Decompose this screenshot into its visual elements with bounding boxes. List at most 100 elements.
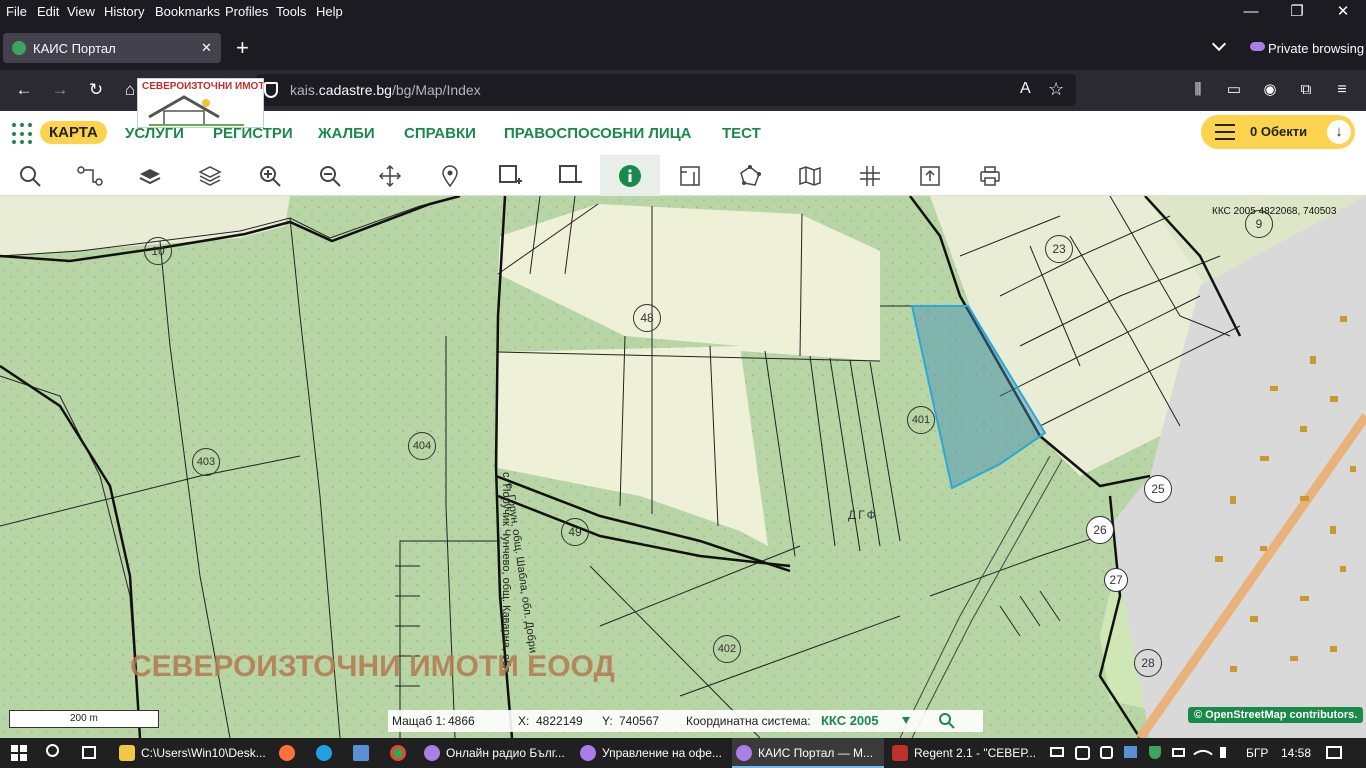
tray-shield-icon[interactable] [1149, 746, 1161, 759]
polygon-tool[interactable] [720, 155, 780, 196]
account-icon[interactable]: ◉ [1258, 78, 1282, 102]
search-icon [20, 165, 41, 187]
menu-view[interactable]: View [67, 4, 95, 19]
translate-icon[interactable]: A [1020, 80, 1031, 98]
export-icon [920, 165, 940, 186]
task-offers[interactable]: Управление на офе... [576, 738, 728, 768]
task-explorer[interactable]: C:\Users\Win10\Desk... [115, 738, 277, 768]
tray-battery-icon[interactable] [1172, 748, 1185, 757]
tray-network-icon[interactable] [1050, 747, 1064, 757]
tray-language[interactable]: БГР [1246, 746, 1268, 760]
crs-dropdown-icon[interactable] [902, 717, 910, 724]
windows-start-icon[interactable] [11, 745, 27, 761]
coord-search-icon[interactable] [938, 712, 956, 730]
nav-test[interactable]: ТЕСТ [722, 125, 761, 142]
parcel-label-48[interactable]: 48 [633, 304, 661, 332]
firefox-icon[interactable] [279, 745, 295, 761]
back-arrow-icon[interactable]: ← [12, 78, 36, 102]
app-menu-icon[interactable]: ≡ [1330, 78, 1354, 102]
menu-edit[interactable]: Edit [37, 4, 59, 19]
x-value[interactable]: 4822149 [536, 714, 583, 728]
select-add-tool[interactable] [480, 155, 540, 196]
bookmark-star-icon[interactable]: ☆ [1048, 79, 1064, 100]
layer-tool[interactable] [120, 155, 180, 196]
layers-tool[interactable] [180, 155, 240, 196]
url-bar[interactable]: kais.cadastre.bg/bg/Map/Index A ☆ [256, 74, 1076, 106]
measure-tool[interactable] [660, 155, 720, 196]
select-remove-tool[interactable] [540, 155, 600, 196]
tab-close-icon[interactable]: ✕ [201, 40, 212, 56]
parcel-label-49[interactable]: 49 [561, 518, 589, 546]
zoom-out-tool[interactable] [300, 155, 360, 196]
edge-icon[interactable] [316, 745, 332, 761]
map-tool[interactable] [780, 155, 840, 196]
parcel-label-27[interactable]: 27 [1104, 568, 1128, 592]
restore-button[interactable]: ❐ [1274, 0, 1320, 24]
taskbar-search-icon[interactable] [46, 744, 59, 757]
private-firefox-icon [736, 745, 752, 761]
nav-spravki[interactable]: СПРАВКИ [404, 125, 476, 142]
tray-wifi-icon[interactable] [1193, 744, 1213, 764]
menu-history[interactable]: History [104, 4, 144, 19]
parcel-label-401[interactable]: 401 [907, 406, 935, 434]
tab-kais[interactable]: КАИС Портал ✕ [3, 33, 221, 63]
map-toolbar [0, 155, 1366, 196]
tab-title: КАИС Портал [33, 41, 116, 56]
minimize-button[interactable]: — [1228, 0, 1274, 24]
task-regent[interactable]: Regent 2.1 - "СЕВЕР... [888, 738, 1038, 768]
tray-usb-icon[interactable] [1100, 746, 1113, 759]
menu-tools[interactable]: Tools [276, 4, 306, 19]
parcel-label-404[interactable]: 404 [408, 432, 436, 460]
forward-arrow-icon[interactable]: → [48, 78, 72, 102]
parcel-label-25[interactable]: 25 [1144, 475, 1172, 503]
chrome-icon[interactable] [390, 745, 406, 761]
reload-icon[interactable]: ↻ [84, 78, 108, 102]
nav-zhalbi[interactable]: ЖАЛБИ [318, 125, 375, 142]
info-tool[interactable] [600, 155, 660, 196]
task-radio[interactable]: Онлайн радио Бълг... [420, 738, 572, 768]
parcel-label-403[interactable]: 403 [192, 448, 220, 476]
y-value[interactable]: 740567 [619, 714, 659, 728]
menu-bookmarks[interactable]: Bookmarks [155, 4, 220, 19]
sidebar-icon[interactable]: ▭ [1222, 78, 1246, 102]
tray-volume-icon[interactable] [1220, 747, 1230, 758]
search-tool[interactable] [0, 155, 60, 196]
scale-value[interactable]: 4866 [448, 714, 475, 728]
osm-credit[interactable]: © OpenStreetMap contributors. [1188, 707, 1364, 723]
crs-value[interactable]: ККС 2005 [821, 713, 879, 728]
shield-icon[interactable] [264, 82, 278, 98]
pan-tool[interactable] [360, 155, 420, 196]
parcel-label-28[interactable]: 28 [1134, 649, 1162, 677]
nav-karta[interactable]: КАРТА [40, 121, 107, 144]
nav-pravosposobni[interactable]: ПРАВОСПОСОБНИ ЛИЦА [504, 125, 692, 142]
parcel-label-26[interactable]: 26 [1086, 516, 1114, 544]
tab-list-chevron-icon[interactable] [1211, 36, 1227, 52]
print-tool[interactable] [960, 155, 1020, 196]
menu-help[interactable]: Help [316, 4, 343, 19]
parcel-label-23[interactable]: 23 [1045, 235, 1073, 263]
parcel-label-402[interactable]: 402 [713, 635, 741, 663]
tray-app-icon[interactable] [1075, 746, 1090, 760]
zoom-in-tool[interactable] [240, 155, 300, 196]
extensions-icon[interactable]: ⧉ [1294, 78, 1318, 102]
library-icon[interactable]: ⫼ [1186, 78, 1210, 102]
tray-display-icon[interactable] [1124, 746, 1137, 758]
new-tab-button[interactable]: + [236, 35, 249, 61]
menu-file[interactable]: File [6, 4, 27, 19]
select-add-icon [499, 164, 522, 184]
notifications-icon[interactable] [1326, 746, 1342, 759]
export-tool[interactable] [900, 155, 960, 196]
tray-clock[interactable]: 14:58 [1281, 746, 1311, 760]
app-icon[interactable] [353, 745, 369, 761]
menu-profiles[interactable]: Profiles [225, 4, 268, 19]
task-view-icon[interactable] [82, 746, 96, 759]
marker-tool[interactable] [420, 155, 480, 196]
grid-tool[interactable] [840, 155, 900, 196]
parcel-label-10[interactable]: 10 [144, 237, 172, 265]
objects-button[interactable]: 0 Обекти ↓ [1201, 115, 1355, 149]
close-window-button[interactable]: ✕ [1320, 0, 1366, 24]
route-tool[interactable] [60, 155, 120, 196]
cadastral-map[interactable]: 9 10 23 48 401 403 404 49 402 25 26 27 2… [0, 196, 1366, 738]
apps-grid-icon[interactable] [12, 123, 34, 145]
task-kais[interactable]: КАИС Портал — M... [732, 738, 884, 768]
